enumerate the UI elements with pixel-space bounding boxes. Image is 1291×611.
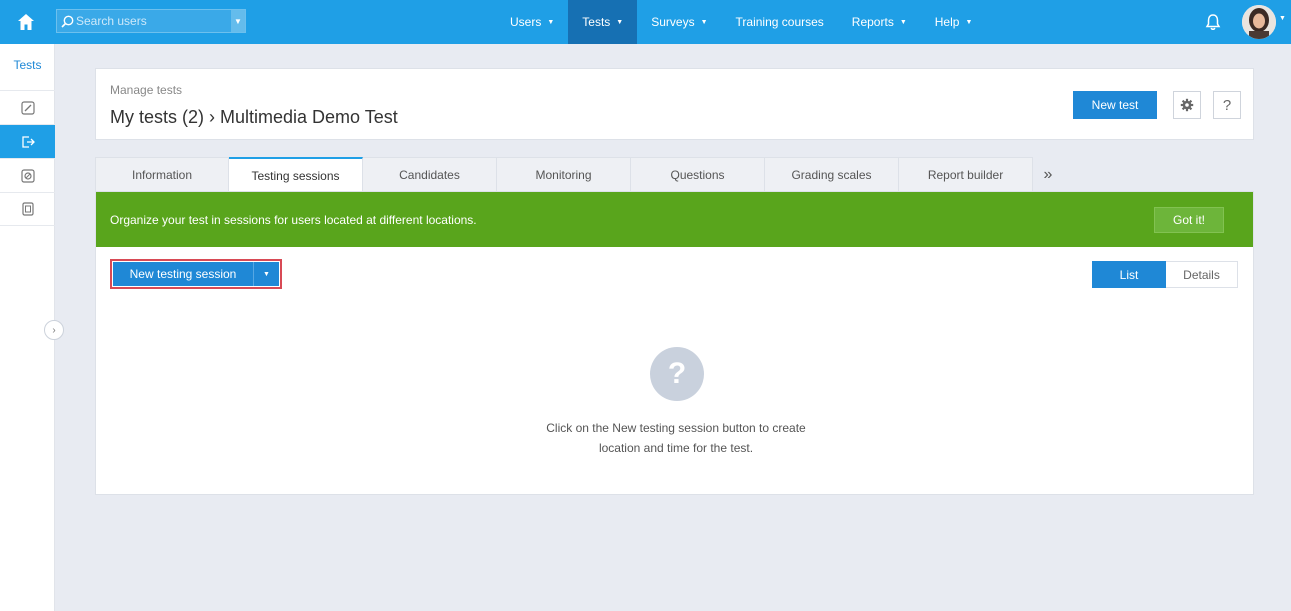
home-button[interactable] [0,0,52,44]
avatar-chevron-down-icon[interactable]: ▼ [1279,15,1286,22]
view-toggle: List Details [1092,261,1238,288]
chevron-down-icon: ▼ [965,18,973,26]
chevron-down-icon: ▼ [616,18,624,26]
tab-report-builder[interactable]: Report builder [899,157,1033,192]
nav-reports[interactable]: Reports ▼ [838,0,921,44]
page-title: My tests (2) › Multimedia Demo Test [110,107,398,127]
empty-state-line-2: location and time for the test. [598,441,754,455]
sidebar-item-edit[interactable] [0,90,55,124]
new-testing-session-highlight: New testing session ▼ [110,259,282,289]
view-details-button[interactable]: Details [1166,261,1238,288]
info-banner: Organize your test in sessions for users… [96,192,1253,247]
chevron-down-icon: ▼ [899,18,907,26]
nav-surveys[interactable]: Surveys ▼ [637,0,721,44]
chevron-right-icon: › [52,324,56,336]
edit-icon [20,100,35,115]
section-label: Manage tests [110,83,183,97]
sidebar-item-monitoring[interactable] [0,158,55,192]
top-bar: ▼ Users ▼ Tests ▼ Surveys ▼ Training course… [0,0,1291,44]
home-icon [18,14,34,30]
empty-state-question-icon: ? [650,347,704,401]
new-test-button[interactable]: New test [1073,91,1157,119]
nav-surveys-label: Surveys [651,15,695,29]
tab-monitoring[interactable]: Monitoring [497,157,631,192]
nav-reports-label: Reports [851,15,894,29]
header-card: Manage tests My tests (2) › Multimedia D… [95,68,1254,140]
sessions-icon [21,135,35,148]
gear-icon [1180,98,1194,112]
sidebar-item-reports[interactable] [0,192,55,226]
settings-button[interactable] [1173,91,1201,119]
banner-text: Organize your test in sessions for users… [110,213,477,227]
nav-training-courses-label: Training courses [735,15,824,29]
new-testing-session-dropdown[interactable]: ▼ [253,262,279,286]
user-avatar-icon [1242,5,1276,39]
tab-grading-scales[interactable]: Grading scales [765,157,899,192]
sidebar-item-sessions[interactable] [0,124,55,158]
double-chevron-right-icon: » [1043,165,1053,183]
got-it-button[interactable]: Got it! [1154,207,1224,233]
tab-questions[interactable]: Questions [631,157,765,192]
search-icon [61,15,74,28]
main-nav: Users ▼ Tests ▼ Surveys ▼ Training courses … [496,0,986,44]
nav-users[interactable]: Users ▼ [496,0,568,44]
chevron-down-icon: ▼ [547,18,555,26]
search-box: ▼ [56,9,246,33]
nav-training-courses[interactable]: Training courses [722,0,838,44]
reports-icon [21,202,34,216]
question-icon: ? [1222,96,1232,114]
search-dropdown-button[interactable]: ▼ [231,10,245,32]
help-button[interactable]: ? [1213,91,1241,119]
monitoring-icon [20,168,35,183]
chevron-down-icon: ▼ [263,270,270,278]
new-testing-session-button[interactable]: New testing session [113,262,253,286]
nav-help[interactable]: Help ▼ [921,0,987,44]
sidebar-expand-button[interactable]: › [44,320,64,340]
view-list-button[interactable]: List [1092,261,1166,288]
tab-candidates[interactable]: Candidates [363,157,497,192]
nav-help-label: Help [934,15,960,29]
tab-information[interactable]: Information [95,157,229,192]
content-card: Organize your test in sessions for users… [95,191,1254,495]
tab-testing-sessions[interactable]: Testing sessions [229,157,363,192]
empty-state-message: Click on the New testing session button … [476,418,876,458]
bell-icon[interactable] [1203,12,1223,32]
tabs-more-button[interactable]: » [1033,157,1063,192]
chevron-down-icon: ▼ [700,18,708,26]
search-input[interactable] [74,14,231,28]
sidebar-title: Tests [13,58,42,72]
nav-tests-label: Tests [582,15,611,29]
tab-bar: Information Testing sessions Candidates … [95,157,1063,192]
empty-state-line-1: Click on the New testing session button … [546,421,806,435]
nav-tests[interactable]: Tests ▼ [568,0,638,44]
avatar[interactable] [1242,5,1276,39]
nav-users-label: Users [510,15,542,29]
